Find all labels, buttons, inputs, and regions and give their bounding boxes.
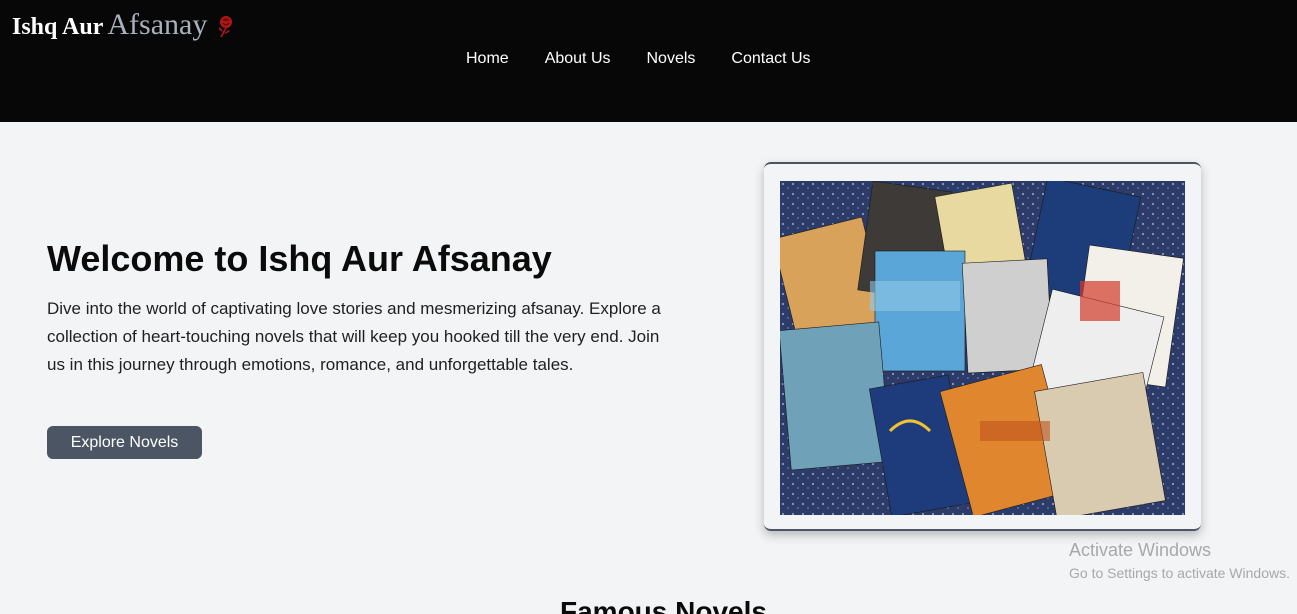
watermark-subtitle: Go to Settings to activate Windows. bbox=[1069, 565, 1290, 581]
logo-text-secondary: Afsanay bbox=[107, 8, 208, 41]
nav-home[interactable]: Home bbox=[466, 50, 509, 68]
site-logo[interactable]: Ishq Aur Afsanay bbox=[12, 8, 237, 43]
nav-contact-us[interactable]: Contact Us bbox=[731, 50, 810, 68]
explore-novels-button[interactable]: Explore Novels bbox=[47, 426, 202, 459]
hero-title: Welcome to Ishq Aur Afsanay bbox=[47, 238, 552, 279]
rose-icon bbox=[215, 14, 237, 43]
nav-novels[interactable]: Novels bbox=[647, 50, 696, 68]
watermark-title: Activate Windows bbox=[1069, 540, 1212, 560]
logo-text-primary: Ishq Aur bbox=[12, 14, 104, 40]
site-header: Ishq Aur Afsanay Home About Us Novels Con… bbox=[0, 0, 1297, 122]
novels-collection-image bbox=[780, 181, 1185, 515]
main-nav: Home About Us Novels Contact Us bbox=[466, 50, 847, 68]
hero-description: Dive into the world of captivating love … bbox=[47, 299, 661, 374]
activate-windows-watermark: Activate Windows Go to Settings to activ… bbox=[1069, 540, 1290, 581]
hero-image-card bbox=[764, 162, 1201, 531]
nav-about-us[interactable]: About Us bbox=[545, 50, 611, 68]
famous-novels-title: Famous Novels bbox=[560, 596, 767, 614]
